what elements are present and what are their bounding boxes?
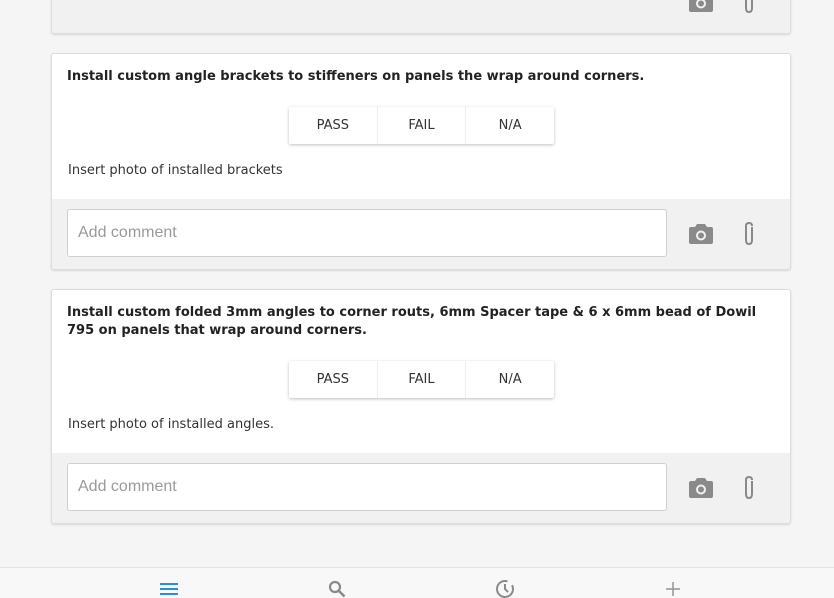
na-button[interactable]: N/A [466,361,554,398]
comment-input[interactable] [67,463,667,511]
pass-fail-na-selector: PASS FAIL N/A [289,361,554,398]
paperclip-icon[interactable] [735,475,763,501]
camera-icon[interactable] [687,475,715,501]
paperclip-icon[interactable] [735,0,763,15]
history-icon[interactable] [490,578,520,598]
checklist-item-card: Install custom angle brackets to stiffen… [51,53,791,270]
comment-bar [52,199,790,269]
menu-icon[interactable] [154,578,184,598]
photo-instruction: Insert photo of installed angles. [68,417,274,432]
checklist-item-card [51,0,791,34]
checklist-item-card: Install custom folded 3mm angles to corn… [51,289,791,524]
camera-icon[interactable] [687,0,715,15]
paperclip-icon[interactable] [735,221,763,247]
question-text: Install custom folded 3mm angles to corn… [67,305,757,338]
camera-icon[interactable] [687,221,715,247]
plus-icon[interactable] [658,578,688,598]
pass-button[interactable]: PASS [289,107,378,144]
na-button[interactable]: N/A [466,107,554,144]
search-icon[interactable] [322,578,352,598]
pass-button[interactable]: PASS [289,361,378,398]
checklist-page: Install custom angle brackets to stiffen… [0,0,834,598]
fail-button[interactable]: FAIL [378,361,467,398]
bottom-navigation [0,567,834,598]
pass-fail-na-selector: PASS FAIL N/A [289,107,554,144]
photo-instruction: Insert photo of installed brackets [68,163,283,178]
comment-input[interactable] [67,209,667,257]
comment-bar [52,0,790,33]
comment-bar [52,453,790,523]
question-text: Install custom angle brackets to stiffen… [67,69,645,84]
fail-button[interactable]: FAIL [378,107,467,144]
